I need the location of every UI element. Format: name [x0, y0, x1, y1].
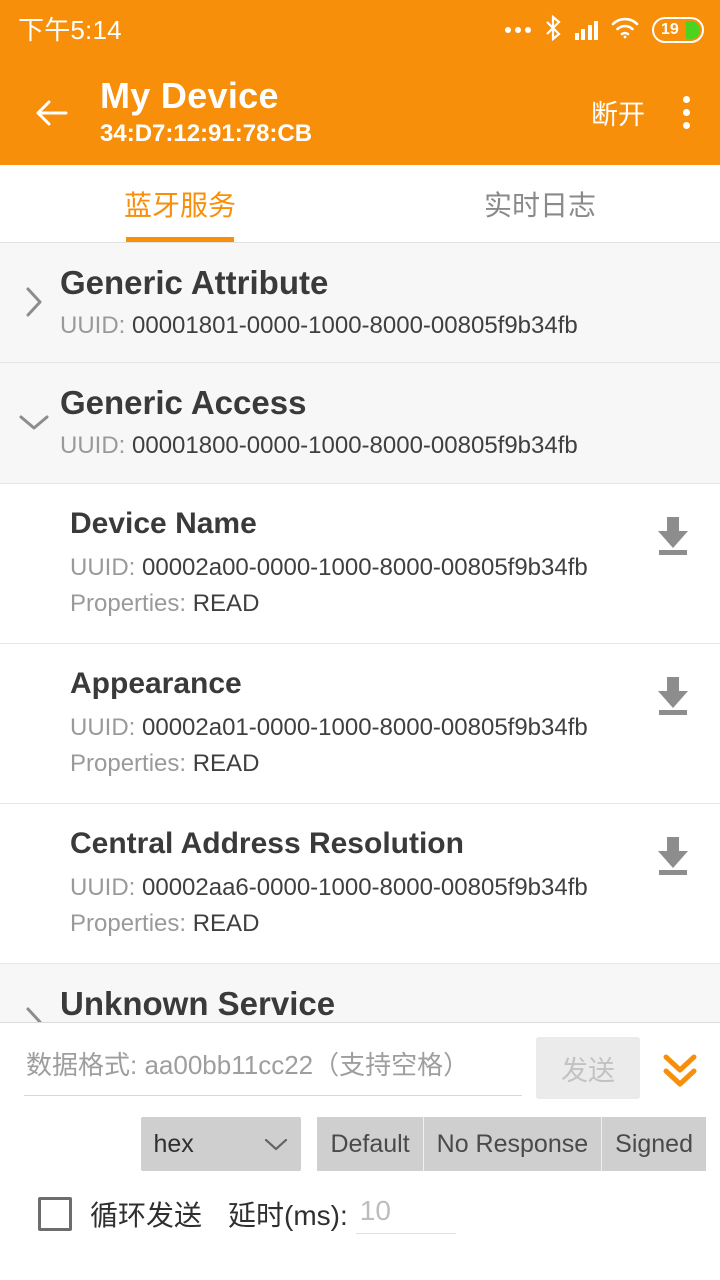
service-name: Unknown Service — [60, 984, 336, 1022]
battery-icon: 19 — [652, 17, 704, 43]
characteristic-name: Central Address Resolution — [70, 826, 464, 860]
bluetooth-icon — [543, 14, 563, 46]
characteristic-properties: Properties: READ — [70, 750, 650, 779]
write-mode-default[interactable]: Default — [317, 1117, 424, 1171]
chevron-right-icon — [14, 285, 54, 319]
app-bar-actions: 断开 — [591, 90, 698, 135]
ellipsis-icon — [504, 27, 531, 33]
service-uuid: UUID: 00001800-0000-1000-8000-00805f9b34… — [60, 432, 578, 461]
app-bar-titles: My Device 34:D7:12:91:78:CB — [100, 76, 312, 148]
battery-fill — [686, 21, 700, 39]
download-icon[interactable] — [650, 512, 696, 558]
tab-bluetooth-services[interactable]: 蓝牙服务 — [0, 165, 360, 242]
write-panel: 发送 hex Default No Response Si — [0, 1022, 720, 1280]
uuid-prefix: UUID: — [70, 713, 142, 741]
characteristic-row[interactable]: Appearance UUID: 00002a01-0000-1000-8000… — [0, 643, 720, 804]
uuid-value: 00002aa6-0000-1000-8000-00805f9b34fb — [142, 873, 588, 901]
props-value: READ — [192, 749, 260, 777]
loop-send-checkbox[interactable] — [38, 1196, 72, 1231]
status-icons: 19 — [504, 14, 704, 46]
uuid-prefix: UUID: — [60, 311, 132, 339]
service-name: Generic Attribute — [60, 264, 329, 301]
write-mode-segmented: Default No Response Signed — [317, 1117, 706, 1171]
props-prefix: Properties: — [70, 589, 193, 617]
status-time: 下午5:14 — [18, 15, 122, 45]
download-icon[interactable] — [650, 672, 696, 718]
characteristic-row[interactable]: Device Name UUID: 00002a00-0000-1000-800… — [0, 483, 720, 644]
chevron-down-icon — [263, 1130, 289, 1159]
disconnect-button[interactable]: 断开 — [591, 93, 645, 132]
write-options-row: hex Default No Response Signed — [0, 1099, 720, 1171]
characteristic-body: Central Address Resolution UUID: 00002aa… — [70, 826, 650, 939]
download-icon[interactable] — [650, 832, 696, 878]
services-list: Generic Attribute UUID: 00001801-0000-10… — [0, 243, 720, 1085]
double-chevron-down-icon[interactable] — [656, 1044, 704, 1092]
props-value: READ — [192, 589, 260, 617]
send-button[interactable]: 发送 — [536, 1037, 640, 1099]
characteristic-name: Device Name — [70, 506, 257, 540]
props-prefix: Properties: — [70, 909, 193, 937]
page-title: My Device — [100, 75, 279, 117]
signal-icon — [574, 20, 598, 40]
format-select[interactable]: hex — [141, 1117, 302, 1171]
characteristic-body: Device Name UUID: 00002a00-0000-1000-800… — [70, 506, 650, 619]
app-bar: My Device 34:D7:12:91:78:CB 断开 — [0, 60, 720, 165]
loop-send-row: 循环发送 延时(ms): — [0, 1171, 720, 1234]
chevron-down-icon — [14, 411, 54, 433]
characteristic-body: Appearance UUID: 00002a01-0000-1000-8000… — [70, 666, 650, 779]
delay-label: 延时(ms): — [228, 1199, 348, 1231]
characteristic-uuid: UUID: 00002a00-0000-1000-8000-00805f9b34… — [70, 554, 650, 583]
service-name: Generic Access — [60, 384, 307, 422]
props-value: READ — [192, 909, 260, 937]
service-body: Generic Attribute UUID: 00001801-0000-10… — [60, 263, 578, 340]
device-address: 34:D7:12:91:78:CB — [100, 119, 313, 147]
service-body: Generic Access UUID: 00001800-0000-1000-… — [60, 383, 578, 460]
characteristic-uuid: UUID: 00002aa6-0000-1000-8000-00805f9b34… — [70, 874, 650, 903]
uuid-value: 00001800-0000-1000-8000-00805f9b34fb — [132, 431, 578, 459]
service-row[interactable]: Generic Access UUID: 00001800-0000-1000-… — [0, 363, 720, 484]
more-vertical-icon[interactable] — [675, 90, 698, 135]
write-mode-signed[interactable]: Signed — [602, 1117, 706, 1171]
characteristic-name: Appearance — [70, 666, 242, 700]
props-prefix: Properties: — [70, 749, 193, 777]
characteristic-properties: Properties: READ — [70, 910, 650, 939]
uuid-value: 00002a00-0000-1000-8000-00805f9b34fb — [142, 553, 588, 581]
service-uuid: UUID: 00001801-0000-1000-8000-00805f9b34… — [60, 312, 578, 341]
wifi-icon — [610, 16, 640, 45]
loop-send-label: 循环发送 — [90, 1199, 203, 1231]
write-input-row: 发送 — [0, 1023, 720, 1099]
format-select-value: hex — [153, 1129, 194, 1158]
uuid-prefix: UUID: — [60, 431, 132, 459]
service-row[interactable]: Generic Attribute UUID: 00001801-0000-10… — [0, 243, 720, 364]
back-arrow-icon[interactable] — [30, 91, 74, 135]
delay-input[interactable] — [355, 1193, 456, 1234]
characteristic-properties: Properties: READ — [70, 590, 650, 619]
uuid-value: 00001801-0000-1000-8000-00805f9b34fb — [132, 311, 578, 339]
battery-level: 19 — [661, 21, 679, 38]
tab-bar: 蓝牙服务 实时日志 — [0, 165, 720, 243]
uuid-prefix: UUID: — [70, 553, 142, 581]
data-input[interactable] — [24, 1040, 522, 1096]
screen: 下午5:14 19 My Device 34:D7:12:91:78:CB 断开… — [0, 0, 720, 1280]
characteristic-uuid: UUID: 00002a01-0000-1000-8000-00805f9b34… — [70, 714, 650, 743]
write-mode-no-response[interactable]: No Response — [423, 1117, 603, 1171]
characteristic-row[interactable]: Central Address Resolution UUID: 00002aa… — [0, 803, 720, 964]
uuid-prefix: UUID: — [70, 873, 142, 901]
status-bar: 下午5:14 19 — [0, 0, 720, 60]
tab-realtime-log[interactable]: 实时日志 — [360, 165, 720, 242]
uuid-value: 00002a01-0000-1000-8000-00805f9b34fb — [142, 713, 588, 741]
